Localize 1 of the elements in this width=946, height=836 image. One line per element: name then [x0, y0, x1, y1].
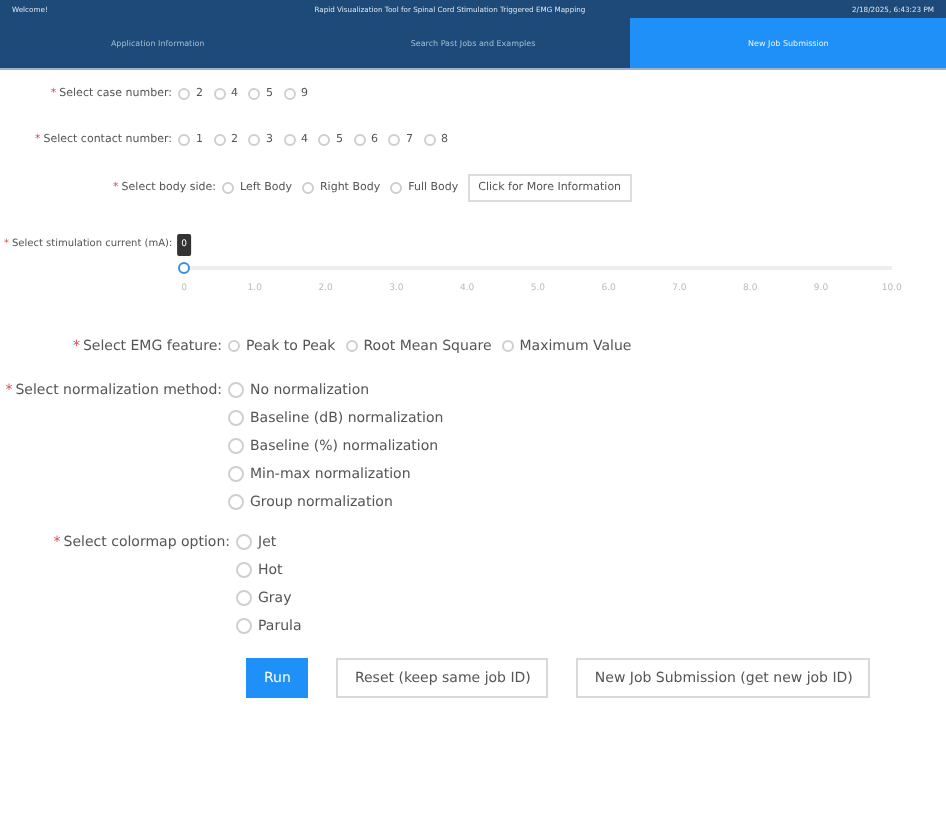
slider-thumb[interactable]: [178, 261, 190, 273]
